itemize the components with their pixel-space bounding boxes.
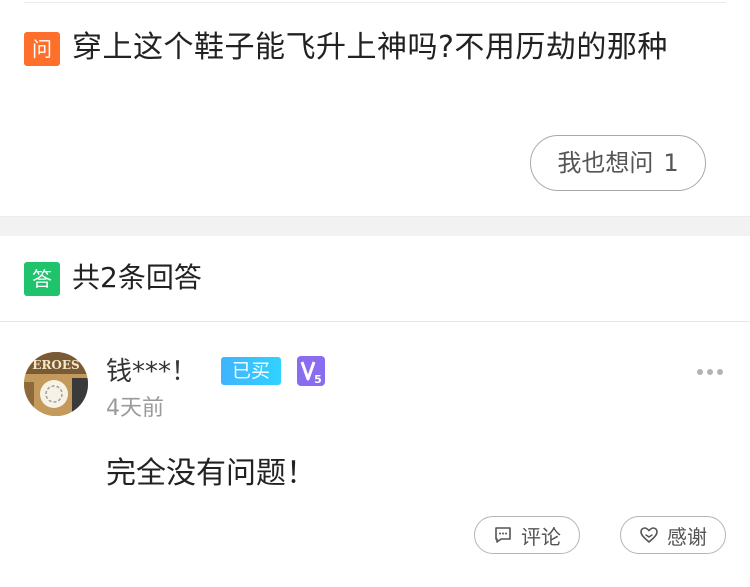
svg-text:5: 5 xyxy=(314,373,322,386)
comment-button[interactable]: 评论 xyxy=(474,516,580,554)
avatar-image: EROES xyxy=(24,352,88,416)
answer-time: 4天前 xyxy=(106,396,164,421)
avatar[interactable]: EROES xyxy=(24,352,88,416)
comment-label: 评论 xyxy=(521,526,561,549)
ask-too-button[interactable]: 我也想问 1 xyxy=(530,135,706,191)
question-badge: 问 xyxy=(24,32,60,66)
heart-hand-icon xyxy=(640,527,658,543)
thank-label: 感谢 xyxy=(667,526,707,549)
bought-badge: 已买 xyxy=(221,357,281,385)
thank-button[interactable]: 感谢 xyxy=(620,516,726,554)
question-section: 问 穿上这个鞋子能飞升上神吗?不用历劫的那种 我也想问 1 xyxy=(0,0,750,216)
svg-text:EROES: EROES xyxy=(32,358,79,372)
comment-icon xyxy=(495,527,511,543)
answer-count: 共2条回答 xyxy=(72,261,202,294)
answer-badge: 答 xyxy=(24,262,60,296)
section-separator xyxy=(0,216,750,236)
vip-level-icon: 5 xyxy=(297,356,325,386)
ask-too-label: 我也想问 xyxy=(557,148,654,177)
answer-text: 完全没有问题！ xyxy=(106,456,316,491)
more-dots-icon[interactable] xyxy=(696,364,724,380)
question-text: 穿上这个鞋子能飞升上神吗?不用历劫的那种 xyxy=(72,30,668,65)
user-name[interactable]: 钱***！ xyxy=(106,352,197,392)
ask-too-count: 1 xyxy=(663,148,679,177)
